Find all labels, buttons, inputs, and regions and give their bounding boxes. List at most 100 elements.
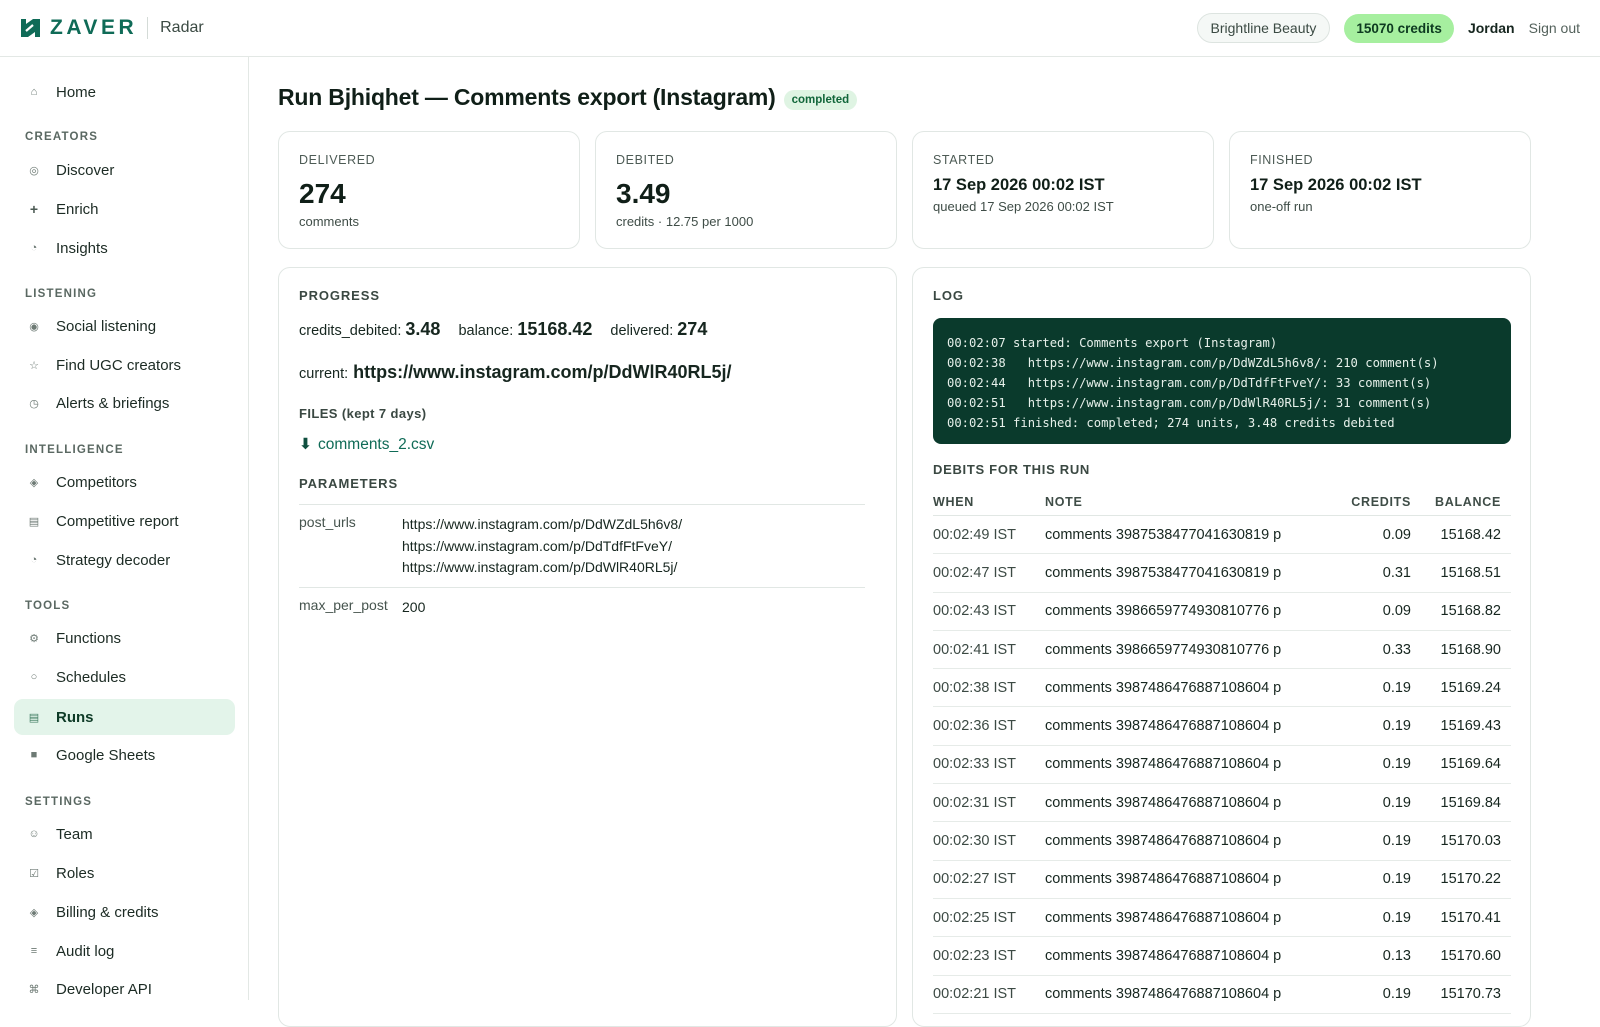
table-row: 00:02:38 IST comments 3987486476887108604… — [933, 669, 1511, 708]
param-value-line: https://www.instagram.com/p/DdWlR40RL5j/ — [402, 559, 678, 575]
org-switcher[interactable]: Brightline Beauty — [1196, 13, 1331, 43]
column-header-balance[interactable]: BALANCE — [1411, 495, 1501, 509]
sidebar-item-functions[interactable]: ⚙ Functions — [14, 620, 235, 656]
credits-debited-value: 3.48 — [405, 319, 441, 339]
table-row: 00:02:36 IST comments 3987486476887108604… — [933, 707, 1511, 746]
sidebar-item-label: Developer API — [56, 980, 152, 998]
cell-balance: 15169.24 — [1440, 679, 1501, 696]
file-download-link[interactable]: ⬇ comments_2.csv — [299, 435, 434, 454]
cell-credits: 0.19 — [1382, 718, 1411, 735]
page-title: Run Bjhiqhet — Comments export (Instagra… — [278, 84, 776, 110]
sidebar-item-schedules[interactable]: ○ Schedules — [14, 659, 235, 695]
param-row: max_per_post 200 — [299, 588, 865, 627]
table-row: 00:02:31 IST comments 3987486476887108604… — [933, 784, 1511, 823]
log-line: 00:02:51 finished: completed; 274 units,… — [947, 416, 1395, 430]
credits-badge[interactable]: 15070 credits — [1344, 13, 1454, 43]
column-header-note[interactable]: NOTE — [1045, 495, 1297, 509]
param-key: max_per_post — [299, 596, 388, 613]
param-value-line: https://www.instagram.com/p/DdWZdL5h6v8/ — [402, 516, 683, 532]
check-box-icon: ☑ — [29, 867, 39, 880]
stat-label: DEBITED — [616, 153, 675, 167]
cell-credits: 0.13 — [1382, 947, 1411, 964]
debits-table: WHEN NOTE CREDITS BALANCE 00:02:49 IST co… — [933, 489, 1511, 1014]
sidebar-item-competitive-report[interactable]: ▤ Competitive report — [14, 503, 235, 539]
sidebar-item-alerts-briefings[interactable]: ◷ Alerts & briefings — [14, 385, 235, 421]
brand-name: ZAVER — [50, 16, 138, 39]
sidebar-item-label: Roles — [56, 864, 95, 882]
cell-note: comments 3987486476887108604 p — [1045, 909, 1282, 926]
sidebar-item-label: Discover — [56, 161, 115, 179]
stat-card-debited: DEBITED 3.49 credits · 12.75 per 1000 — [595, 131, 897, 249]
stat-subtext: one-off run — [1250, 199, 1313, 214]
current-url-row: current: https://www.instagram.com/p/DdW… — [299, 362, 732, 383]
cell-credits: 0.19 — [1382, 679, 1411, 696]
sidebar-item-developer-api[interactable]: ⌘ Developer API — [14, 971, 235, 1000]
progress-heading: PROGRESS — [299, 288, 380, 303]
sidebar-item-label: Competitive report — [56, 512, 179, 530]
sidebar-item-social-listening[interactable]: ◉ Social listening — [14, 308, 235, 344]
sidebar-item-label: Team — [56, 825, 93, 843]
log-heading: LOG — [933, 288, 964, 303]
cell-when: 00:02:23 IST — [933, 947, 1017, 964]
sidebar-item-label: Social listening — [56, 317, 157, 335]
cell-when: 00:02:30 IST — [933, 833, 1017, 850]
sidebar-section-creators: CREATORS — [25, 131, 99, 143]
sidebar-item-audit-log[interactable]: ≡ Audit log — [14, 933, 235, 969]
column-header-when[interactable]: WHEN — [933, 495, 1045, 509]
cell-note: comments 3986659774930810776 p — [1045, 641, 1282, 658]
cell-credits: 0.33 — [1382, 641, 1411, 658]
sidebar-item-team[interactable]: ☺ Team — [14, 816, 235, 852]
sidebar: ⌂ Home CREATORS ◎ Discover + Enrich ◔ In… — [0, 57, 249, 1000]
column-header-credits[interactable]: CREDITS — [1297, 495, 1411, 509]
cell-balance: 15170.03 — [1440, 833, 1501, 850]
delivered-label: delivered: — [610, 323, 674, 339]
sidebar-item-label: Find UGC creators — [56, 356, 182, 374]
list-icon: ▤ — [28, 711, 40, 724]
sidebar-item-strategy-decoder[interactable]: ◔ Strategy decoder — [14, 542, 235, 578]
cell-balance: 15168.82 — [1440, 603, 1501, 620]
cell-note: comments 3987486476887108604 p — [1045, 679, 1282, 696]
sidebar-item-home[interactable]: ⌂ Home — [14, 74, 235, 110]
cell-credits: 0.09 — [1382, 603, 1411, 620]
sidebar-item-find-ugc-creators[interactable]: ☆ Find UGC creators — [14, 347, 235, 383]
credits-debited-stat: credits_debited: 3.48 — [299, 319, 440, 340]
cell-note: comments 3987486476887108604 p — [1045, 794, 1282, 811]
param-row: post_urls https://www.instagram.com/p/Dd… — [299, 505, 865, 588]
user-name[interactable]: Jordan — [1468, 20, 1515, 36]
sidebar-item-google-sheets[interactable]: ■ Google Sheets — [14, 737, 235, 773]
current-label: current: — [299, 366, 349, 382]
cell-note: comments 3987486476887108604 p — [1045, 718, 1282, 735]
sidebar-item-discover[interactable]: ◎ Discover — [14, 152, 235, 188]
cell-credits: 0.19 — [1382, 833, 1411, 850]
sidebar-item-runs[interactable]: ▤ Runs — [14, 699, 235, 735]
sidebar-item-label: Runs — [56, 708, 94, 726]
sidebar-item-enrich[interactable]: + Enrich — [14, 191, 235, 227]
cell-when: 00:02:41 IST — [933, 641, 1017, 658]
sidebar-item-insights[interactable]: ◔ Insights — [14, 230, 235, 266]
sidebar-item-billing-credits[interactable]: ◈ Billing & credits — [14, 894, 235, 930]
stat-label: DELIVERED — [299, 153, 376, 167]
cell-balance: 15168.42 — [1440, 526, 1501, 543]
parameters-table: post_urls https://www.instagram.com/p/Dd… — [299, 504, 865, 626]
sidebar-item-label: Home — [56, 83, 97, 101]
sign-out-link[interactable]: Sign out — [1529, 20, 1580, 36]
sidebar-item-roles[interactable]: ☑ Roles — [14, 855, 235, 891]
cell-when: 00:02:27 IST — [933, 871, 1017, 888]
sidebar-section-tools: TOOLS — [25, 600, 71, 612]
cell-when: 00:02:47 IST — [933, 564, 1017, 581]
sidebar-item-competitors[interactable]: ◈ Competitors — [14, 464, 235, 500]
log-line: 00:02:51 https://www.instagram.com/p/DdW… — [947, 396, 1432, 410]
cell-balance: 15168.90 — [1440, 641, 1501, 658]
balance-stat: balance: 15168.42 — [458, 319, 592, 340]
brand-logo: ZAVER — [20, 16, 137, 40]
status-badge: completed — [783, 90, 858, 110]
smile-icon: ☺ — [28, 828, 40, 840]
cell-when: 00:02:43 IST — [933, 603, 1017, 620]
cell-balance: 15170.22 — [1440, 871, 1501, 888]
cell-credits: 0.19 — [1382, 794, 1411, 811]
cell-credits: 0.19 — [1382, 909, 1411, 926]
cell-credits: 0.19 — [1382, 871, 1411, 888]
sidebar-item-label: Functions — [56, 629, 122, 647]
stat-label: FINISHED — [1250, 153, 1314, 167]
brand[interactable]: ZAVER Radar — [20, 16, 204, 40]
